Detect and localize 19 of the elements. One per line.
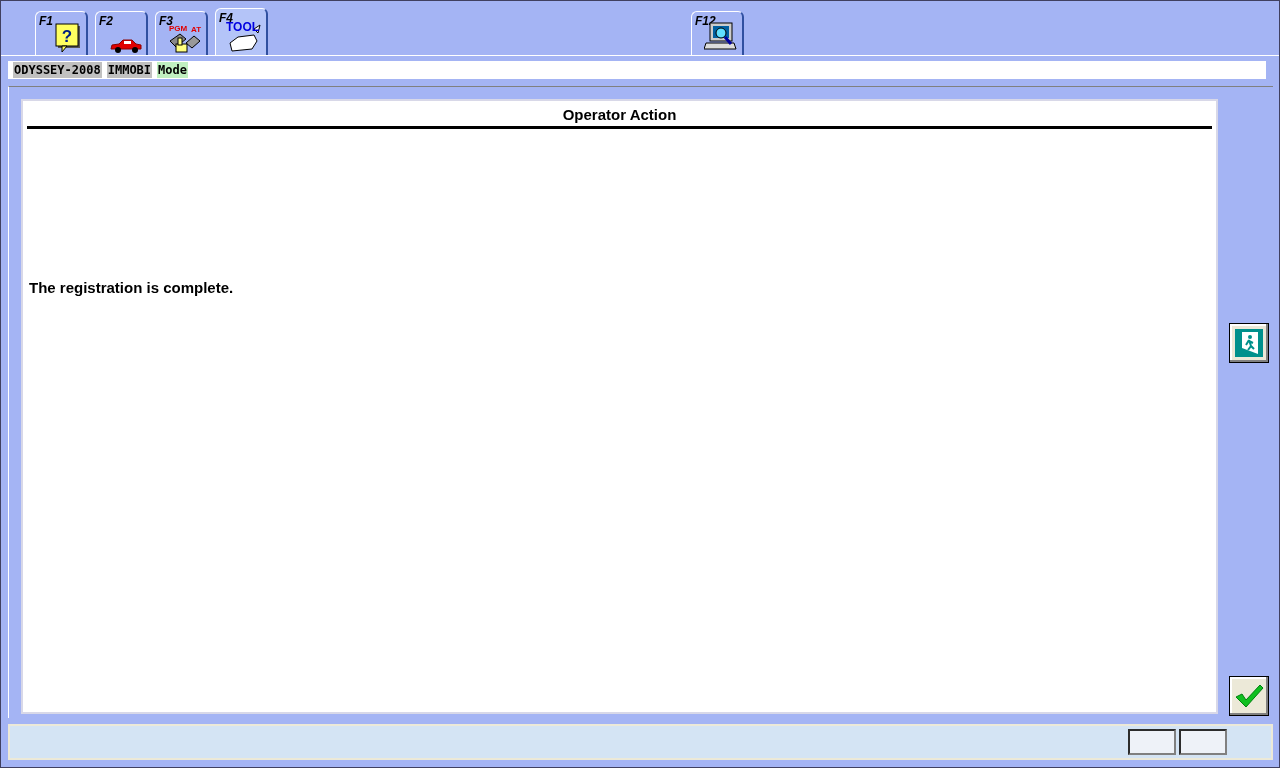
exit-button[interactable] [1229,323,1269,363]
status-field [1128,729,1176,755]
checkmark-icon [1234,684,1264,708]
icon-label: PGM [168,24,188,33]
car-icon [110,39,142,53]
icon-label: ? [61,27,73,46]
exit-icon [1234,328,1264,358]
icon-label: AT [190,25,202,34]
status-field [1179,729,1227,755]
mode-label: ODYSSEY-2008 [13,62,102,78]
panel-title: Operator Action [27,101,1212,129]
function-tab[interactable]: F4 TOOL [215,8,268,55]
message-text: The registration is complete. [28,279,235,296]
mode-label: IMMOBI [106,62,153,78]
mode-label: Mode [157,62,188,78]
function-tab[interactable]: F2 [95,11,148,55]
confirm-button[interactable] [1229,676,1269,716]
function-tab[interactable]: F3PGM AT [155,11,208,55]
function-tab[interactable]: F1 ? [35,11,88,55]
